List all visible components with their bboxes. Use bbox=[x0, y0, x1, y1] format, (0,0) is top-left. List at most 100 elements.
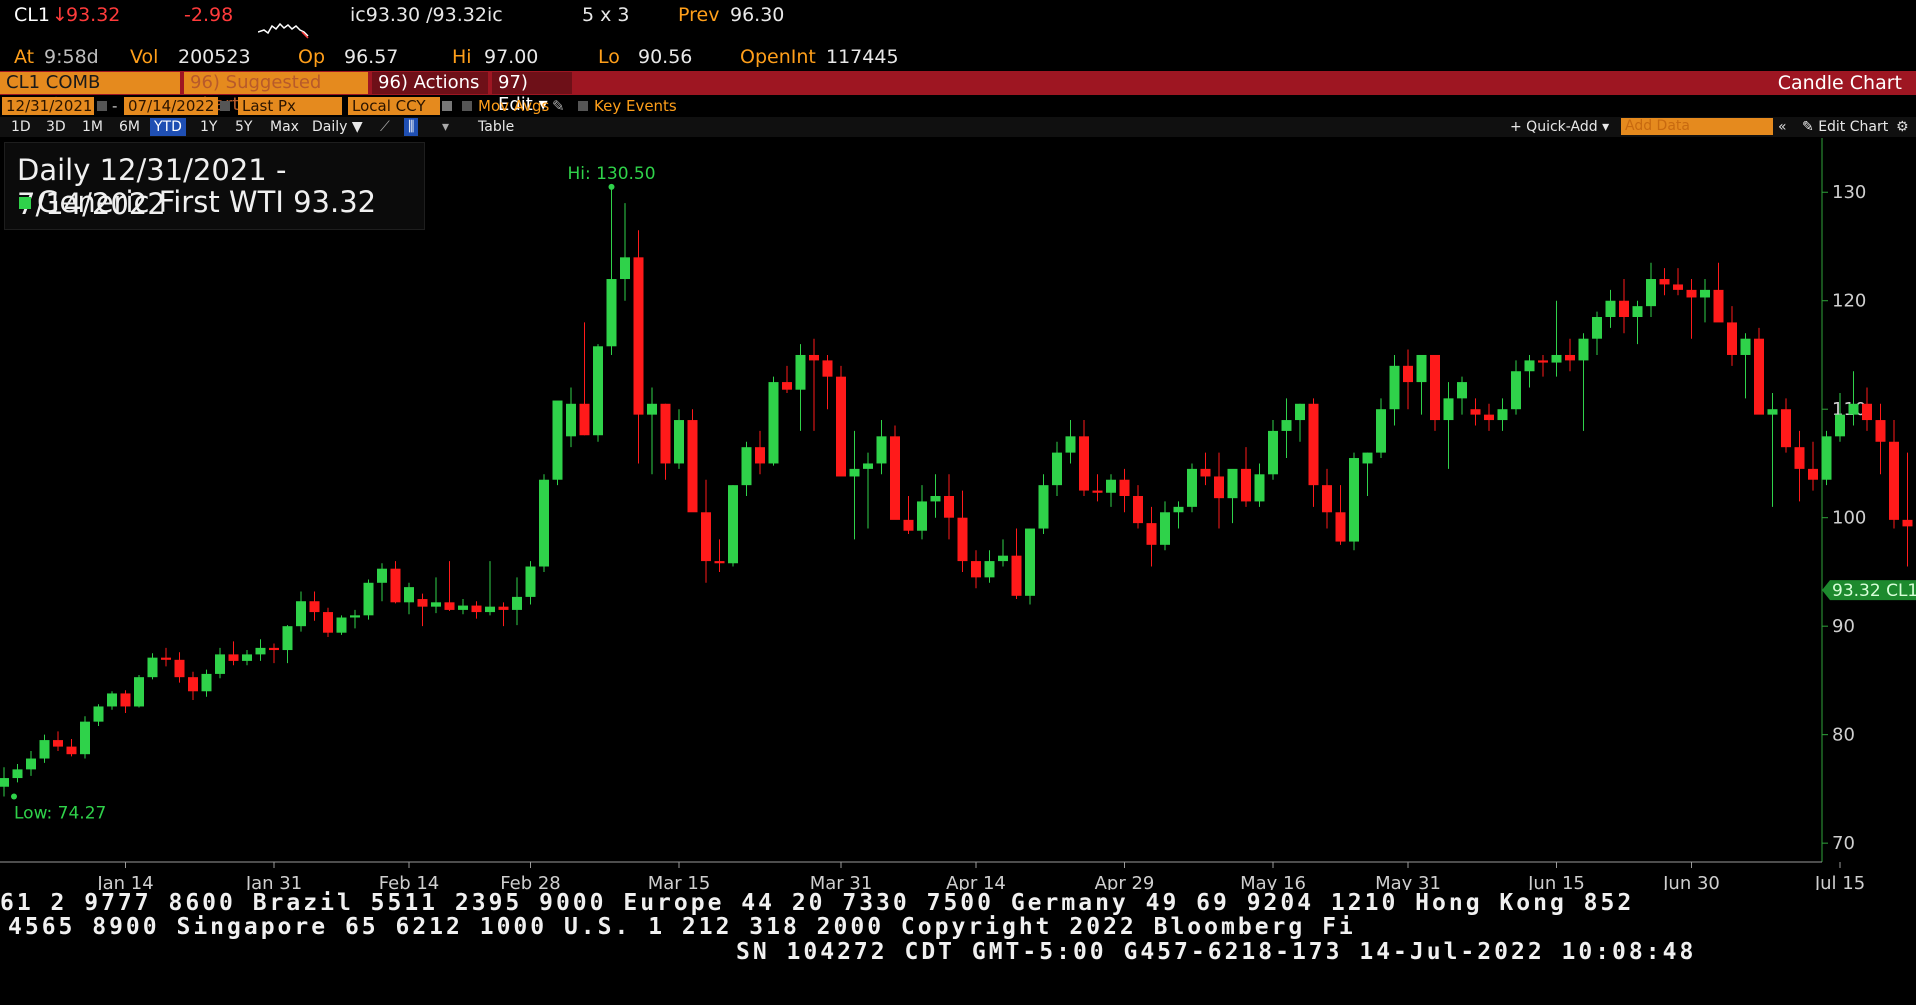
suggested-charts-button[interactable]: 96) Suggested Charts bbox=[184, 72, 368, 115]
edit-chart-button[interactable]: ✎ Edit Chart bbox=[1802, 118, 1888, 136]
actions-menu[interactable]: 96) Actions ▾ bbox=[372, 72, 488, 115]
candle-body bbox=[390, 568, 401, 603]
candle-body bbox=[26, 758, 36, 770]
footer-contact-line-1: 61 2 9777 8600 Brazil 5511 2395 9000 Eur… bbox=[0, 890, 1635, 916]
key-events-checkbox[interactable] bbox=[578, 101, 588, 111]
candle-body bbox=[1079, 436, 1089, 491]
candle-body bbox=[1497, 409, 1508, 421]
candle-body bbox=[1484, 414, 1494, 421]
period-1d[interactable]: 1D bbox=[11, 118, 31, 136]
candle-body bbox=[1754, 338, 1764, 415]
candle-body bbox=[903, 519, 914, 531]
candle-body bbox=[1146, 523, 1157, 545]
candle-body bbox=[890, 436, 900, 520]
ticker: CL1 bbox=[14, 4, 50, 26]
edit-menu[interactable]: 97) Edit ▾ bbox=[492, 72, 572, 115]
candle-body bbox=[188, 677, 198, 692]
x-tick-label: Feb 14 bbox=[379, 873, 440, 890]
period-1y[interactable]: 1Y bbox=[200, 118, 217, 136]
candle-body bbox=[1821, 436, 1832, 480]
open-label: Op bbox=[298, 46, 326, 68]
candle-body bbox=[1632, 306, 1643, 317]
candle-body bbox=[1727, 322, 1737, 355]
candle-body bbox=[795, 354, 806, 390]
candle-body bbox=[998, 555, 1008, 562]
hi-marker bbox=[608, 183, 615, 190]
settings-row: 12/31/2021 - 07/14/2022 Last Px Local CC… bbox=[0, 97, 1916, 117]
period-max[interactable]: Max bbox=[270, 118, 299, 136]
candle-body bbox=[512, 596, 522, 610]
candle-chart[interactable]: 708090100110120130Jan 14Jan 31Feb 14Feb … bbox=[0, 138, 1916, 890]
security-field[interactable]: CL1 COMB Comdty bbox=[0, 72, 180, 115]
start-date-field[interactable]: 12/31/2021 bbox=[2, 97, 94, 115]
candle-body bbox=[1092, 490, 1103, 493]
candle-body bbox=[1241, 468, 1251, 502]
candle-body bbox=[1524, 360, 1535, 372]
candle-body bbox=[174, 659, 185, 678]
period-1m[interactable]: 1M bbox=[82, 118, 103, 136]
candle-body bbox=[1362, 452, 1373, 464]
mov-avgs-label[interactable]: Mov Avgs bbox=[478, 97, 549, 115]
line-chart-icon[interactable]: ⟋ bbox=[380, 118, 390, 136]
candle-body bbox=[0, 778, 9, 787]
chevron-down-icon[interactable]: ▾ bbox=[442, 118, 449, 136]
calendar-icon[interactable] bbox=[220, 101, 230, 111]
series-swatch bbox=[19, 197, 31, 209]
candle-body bbox=[12, 769, 23, 779]
candle-body bbox=[849, 468, 860, 477]
quick-add-button[interactable]: + Quick-Add ▾ bbox=[1510, 118, 1609, 136]
period-5y[interactable]: 5Y bbox=[235, 118, 252, 136]
candle-body bbox=[1268, 430, 1278, 475]
candle-body bbox=[1335, 512, 1346, 542]
date-separator: - bbox=[112, 97, 118, 115]
candle-body bbox=[539, 479, 549, 567]
currency-select[interactable]: Local CCY bbox=[348, 97, 440, 115]
candle-body bbox=[687, 420, 698, 513]
end-date-field[interactable]: 07/14/2022 bbox=[124, 97, 218, 115]
key-events-label[interactable]: Key Events bbox=[594, 97, 677, 115]
calendar-icon[interactable] bbox=[97, 101, 107, 111]
candle-body bbox=[1592, 317, 1602, 339]
candle-body bbox=[444, 602, 455, 610]
bid-ask-size: 5 x 3 bbox=[582, 4, 630, 26]
quote-time: 9:58d bbox=[44, 46, 99, 68]
at-label: At bbox=[14, 46, 35, 68]
period-ytd[interactable]: YTD bbox=[150, 118, 186, 136]
candle-body bbox=[984, 561, 995, 578]
candle-body bbox=[458, 605, 468, 610]
collapse-icon[interactable]: « bbox=[1778, 118, 1787, 136]
period-6m[interactable]: 6M bbox=[119, 118, 140, 136]
add-data-input[interactable]: Add Data bbox=[1621, 118, 1773, 135]
vol-value: 200523 bbox=[178, 46, 251, 68]
period-3d[interactable]: 3D bbox=[46, 118, 66, 136]
edit-chart-label: Edit Chart bbox=[1818, 119, 1889, 135]
candle-body bbox=[1740, 338, 1751, 355]
price-field-select[interactable]: Last Px bbox=[238, 97, 342, 115]
candle-chart-icon[interactable]: ⫼ bbox=[404, 118, 419, 136]
candle-body bbox=[1551, 354, 1562, 363]
y-tick-label: 80 bbox=[1832, 725, 1855, 746]
last-price-label: 93.32 CL1 bbox=[1832, 581, 1916, 601]
candle-body bbox=[566, 403, 576, 437]
mov-avgs-checkbox[interactable] bbox=[462, 101, 472, 111]
candle-body bbox=[930, 496, 941, 502]
chevron-down-icon[interactable] bbox=[442, 101, 452, 111]
gear-icon[interactable]: ⚙ bbox=[1896, 118, 1909, 136]
pencil-icon[interactable]: ✎ bbox=[552, 97, 565, 115]
y-tick-label: 70 bbox=[1832, 833, 1855, 854]
x-tick-label: Feb 28 bbox=[500, 873, 561, 890]
table-button[interactable]: Table bbox=[478, 118, 514, 136]
candle-body bbox=[1430, 354, 1440, 421]
frequency-select[interactable]: Daily ▼ bbox=[312, 118, 363, 136]
low-value: 90.56 bbox=[638, 46, 693, 68]
x-tick-label: Mar 15 bbox=[648, 873, 711, 890]
candle-body bbox=[1376, 409, 1386, 453]
open-value: 96.57 bbox=[344, 46, 399, 68]
candle-body bbox=[552, 400, 563, 480]
candle-body bbox=[1511, 371, 1521, 410]
candle-body bbox=[1403, 365, 1413, 383]
high-value: 97.00 bbox=[484, 46, 539, 68]
candle-body bbox=[1227, 468, 1238, 499]
candle-body bbox=[1781, 409, 1791, 448]
prev-value: 96.30 bbox=[730, 4, 785, 26]
